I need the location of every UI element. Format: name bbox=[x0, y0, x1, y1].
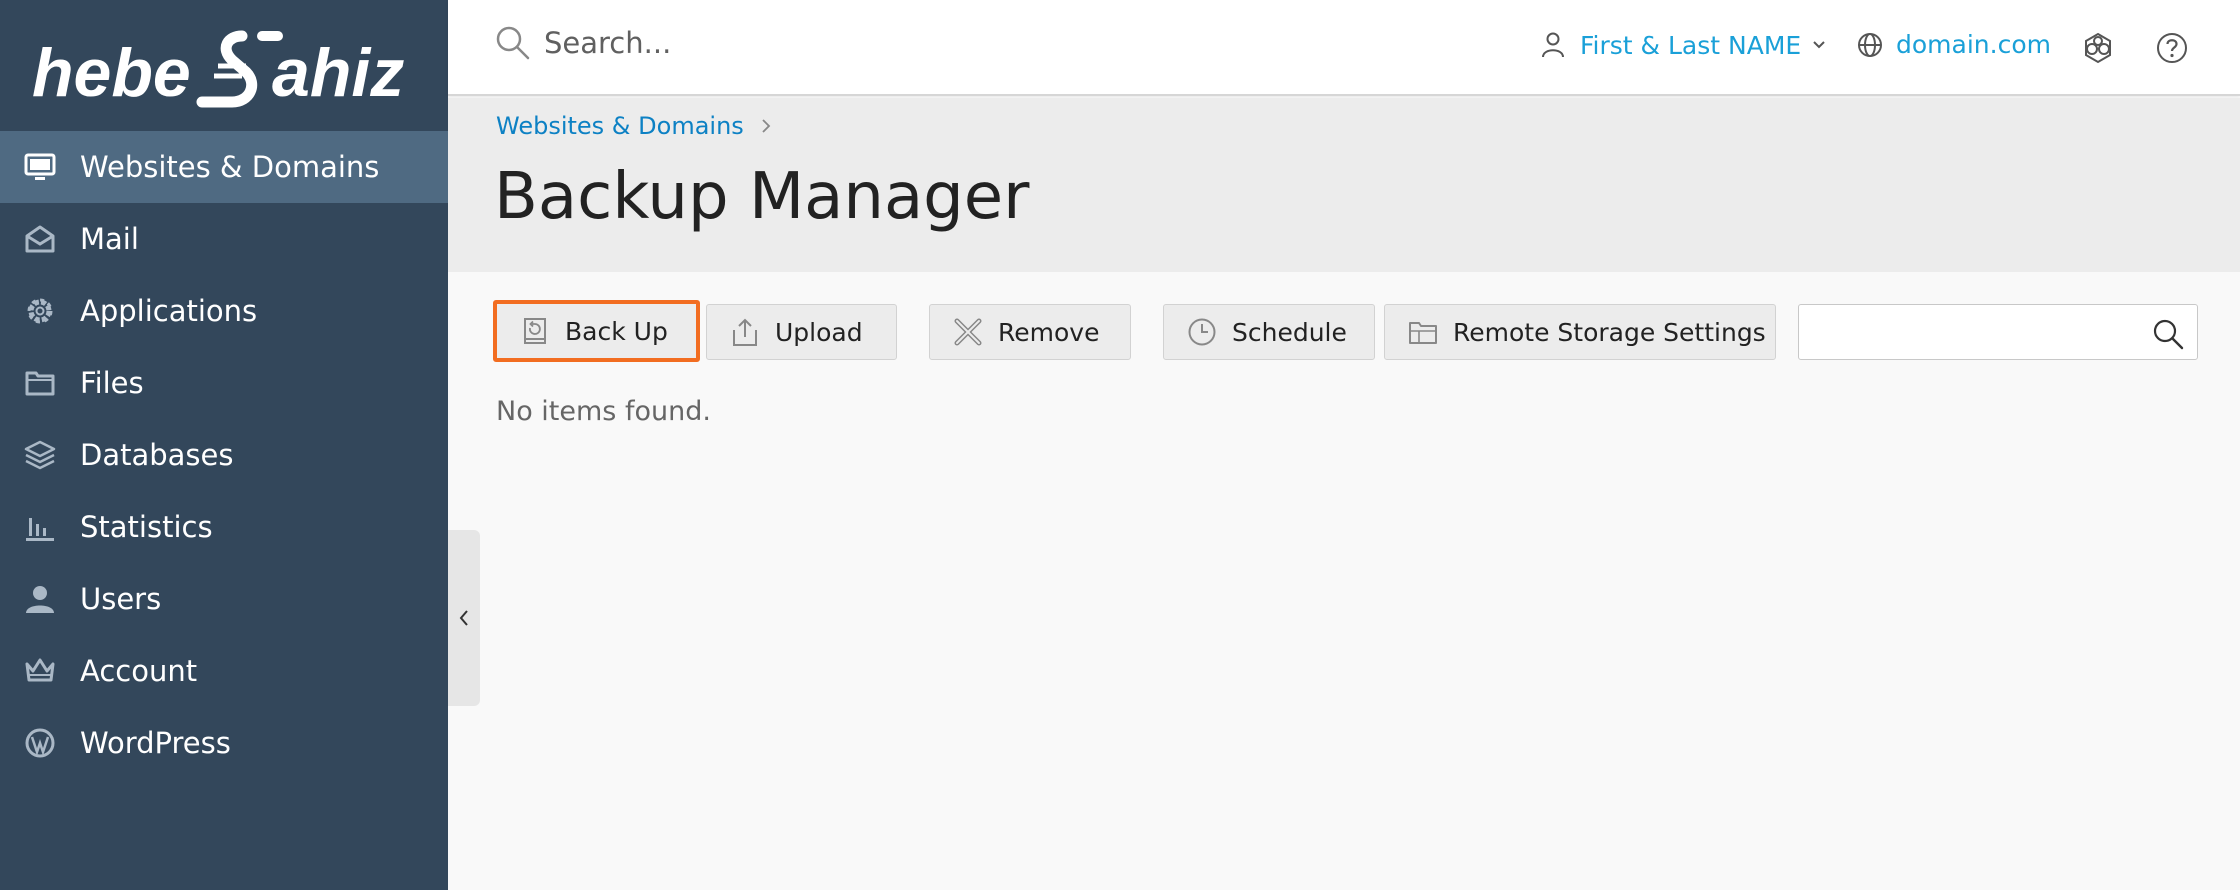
domain-selector[interactable]: domain.com bbox=[1856, 30, 2051, 59]
sidebar-collapse-toggle[interactable] bbox=[448, 530, 480, 706]
list-search-input[interactable] bbox=[1811, 305, 2141, 357]
breadcrumb-link-websites-domains[interactable]: Websites & Domains bbox=[496, 112, 744, 140]
sidebar-item-label: Databases bbox=[80, 438, 234, 472]
bar-chart-icon bbox=[0, 510, 80, 544]
svg-text:hebe: hebe bbox=[32, 35, 191, 111]
layers-icon bbox=[0, 438, 80, 472]
folder-settings-icon bbox=[1409, 322, 1437, 344]
sidebar-item-users[interactable]: Users bbox=[0, 563, 448, 635]
extensions-icon[interactable] bbox=[2080, 30, 2116, 66]
global-search-input[interactable] bbox=[544, 26, 1044, 60]
remote-storage-settings-label: Remote Storage Settings bbox=[1453, 317, 1766, 347]
sidebar-nav: Websites & Domains Mail Applications Fil… bbox=[0, 131, 448, 779]
sidebar-item-label: Files bbox=[80, 366, 144, 400]
sidebar-item-label: Websites & Domains bbox=[80, 150, 380, 184]
backup-button[interactable]: Back Up bbox=[493, 300, 700, 362]
user-icon bbox=[0, 582, 80, 616]
sidebar-item-databases[interactable]: Databases bbox=[0, 419, 448, 491]
sidebar-item-label: WordPress bbox=[80, 726, 231, 760]
help-icon[interactable] bbox=[2154, 30, 2190, 66]
sidebar-item-statistics[interactable]: Statistics bbox=[0, 491, 448, 563]
wordpress-icon bbox=[0, 726, 80, 760]
schedule-button[interactable]: Schedule bbox=[1163, 304, 1375, 360]
breadcrumb: Websites & Domains bbox=[496, 112, 774, 140]
sidebar-item-applications[interactable]: Applications bbox=[0, 275, 448, 347]
list-search bbox=[1798, 304, 2198, 360]
remote-storage-settings-button[interactable]: Remote Storage Settings bbox=[1384, 304, 1776, 360]
svg-text:ahiz: ahiz bbox=[272, 35, 404, 111]
upload-button[interactable]: Upload bbox=[706, 304, 897, 360]
chevron-down-icon bbox=[1813, 41, 1825, 49]
mail-icon bbox=[0, 222, 80, 256]
chevron-left-icon bbox=[459, 610, 468, 626]
domain-name: domain.com bbox=[1896, 30, 2051, 59]
user-outline-icon bbox=[1542, 32, 1564, 58]
remove-button[interactable]: Remove bbox=[929, 304, 1131, 360]
sidebar-item-label: Statistics bbox=[80, 510, 213, 544]
schedule-label: Schedule bbox=[1232, 317, 1347, 347]
page-header: Websites & Domains Backup Manager bbox=[448, 98, 2240, 272]
brand-logo[interactable]: hebe ahiz bbox=[32, 20, 418, 116]
chevron-right-icon bbox=[762, 119, 771, 133]
sidebar: hebe ahiz Websites & Domains Mail Applic… bbox=[0, 0, 448, 890]
monitor-icon bbox=[0, 150, 80, 184]
folder-icon bbox=[0, 366, 80, 400]
user-menu[interactable]: First & Last NAME bbox=[1538, 30, 1839, 60]
backup-label: Back Up bbox=[565, 316, 668, 346]
sidebar-item-label: Account bbox=[80, 654, 198, 688]
crown-icon bbox=[0, 654, 80, 688]
sidebar-item-files[interactable]: Files bbox=[0, 347, 448, 419]
page-title: Backup Manager bbox=[494, 160, 1030, 234]
remove-label: Remove bbox=[998, 317, 1100, 347]
gear-icon bbox=[0, 294, 80, 328]
search-icon bbox=[496, 26, 530, 60]
sidebar-item-label: Applications bbox=[80, 294, 258, 328]
globe-icon bbox=[1858, 32, 1882, 57]
sidebar-item-websites-domains[interactable]: Websites & Domains bbox=[0, 131, 448, 203]
sidebar-item-label: Users bbox=[80, 582, 162, 616]
empty-state-message: No items found. bbox=[496, 396, 711, 427]
top-header: First & Last NAME domain.com bbox=[448, 0, 2240, 96]
upload-icon bbox=[733, 318, 757, 346]
global-search bbox=[494, 24, 1044, 62]
remove-icon bbox=[954, 318, 982, 346]
upload-label: Upload bbox=[775, 317, 863, 347]
user-name: First & Last NAME bbox=[1580, 30, 1802, 60]
sidebar-item-wordpress[interactable]: WordPress bbox=[0, 707, 448, 779]
sidebar-item-label: Mail bbox=[80, 222, 139, 256]
sidebar-item-account[interactable]: Account bbox=[0, 635, 448, 707]
search-icon[interactable] bbox=[2151, 317, 2185, 351]
clock-icon bbox=[1188, 318, 1216, 346]
sidebar-item-mail[interactable]: Mail bbox=[0, 203, 448, 275]
backup-icon bbox=[524, 318, 546, 344]
